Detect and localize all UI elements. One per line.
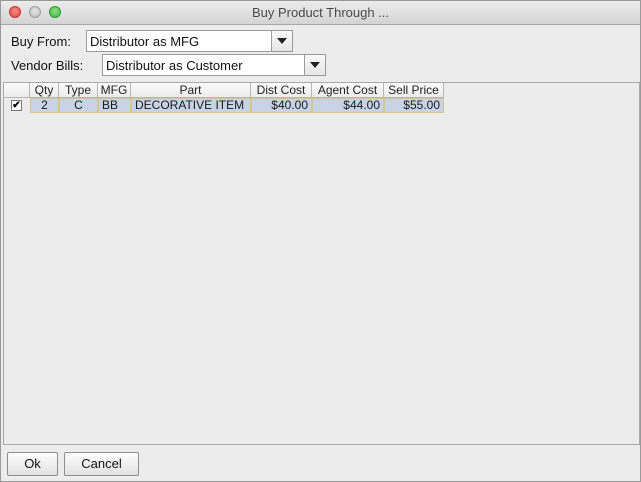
chevron-down-icon: [310, 62, 320, 68]
vendor-bills-value: Distributor as Customer: [106, 58, 243, 73]
cell-type[interactable]: C: [59, 98, 98, 113]
cell-dist-cost[interactable]: $40.00: [251, 98, 312, 113]
products-table[interactable]: Qty Type MFG Part Dist Cost Agent Cost S…: [3, 82, 640, 445]
column-header-dist-cost[interactable]: Dist Cost: [251, 83, 312, 98]
chevron-down-icon: [277, 38, 287, 44]
column-header-select[interactable]: [4, 83, 30, 98]
buy-from-label: Buy From:: [11, 34, 71, 49]
buy-from-dropdown-button[interactable]: [271, 31, 292, 51]
cell-part[interactable]: DECORATIVE ITEM: [131, 98, 251, 113]
cell-agent-cost[interactable]: $44.00: [312, 98, 384, 113]
cancel-button[interactable]: Cancel: [64, 452, 139, 476]
column-header-type[interactable]: Type: [59, 83, 98, 98]
cell-qty[interactable]: 2: [30, 98, 59, 113]
column-header-qty[interactable]: Qty: [30, 83, 59, 98]
column-header-agent-cost[interactable]: Agent Cost: [312, 83, 384, 98]
column-header-sell-price[interactable]: Sell Price: [384, 83, 444, 98]
ok-button[interactable]: Ok: [7, 452, 58, 476]
cell-sell-price[interactable]: $55.00: [384, 98, 444, 113]
title-bar: Buy Product Through ...: [1, 1, 640, 25]
column-header-part[interactable]: Part: [131, 83, 251, 98]
window-title: Buy Product Through ...: [251, 5, 390, 20]
buy-from-value: Distributor as MFG: [90, 34, 200, 49]
cell-mfg[interactable]: BB: [98, 98, 131, 113]
vendor-bills-select[interactable]: Distributor as Customer: [102, 54, 326, 76]
buy-from-select[interactable]: Distributor as MFG: [86, 30, 293, 52]
vendor-bills-label: Vendor Bills:: [11, 58, 84, 73]
row-select-cell[interactable]: ✔: [4, 98, 30, 113]
vendor-bills-dropdown-button[interactable]: [304, 55, 325, 75]
row-checkbox[interactable]: ✔: [11, 100, 22, 111]
column-header-mfg[interactable]: MFG: [98, 83, 131, 98]
buy-product-dialog: Buy Product Through ... Buy From: Distri…: [0, 0, 641, 482]
